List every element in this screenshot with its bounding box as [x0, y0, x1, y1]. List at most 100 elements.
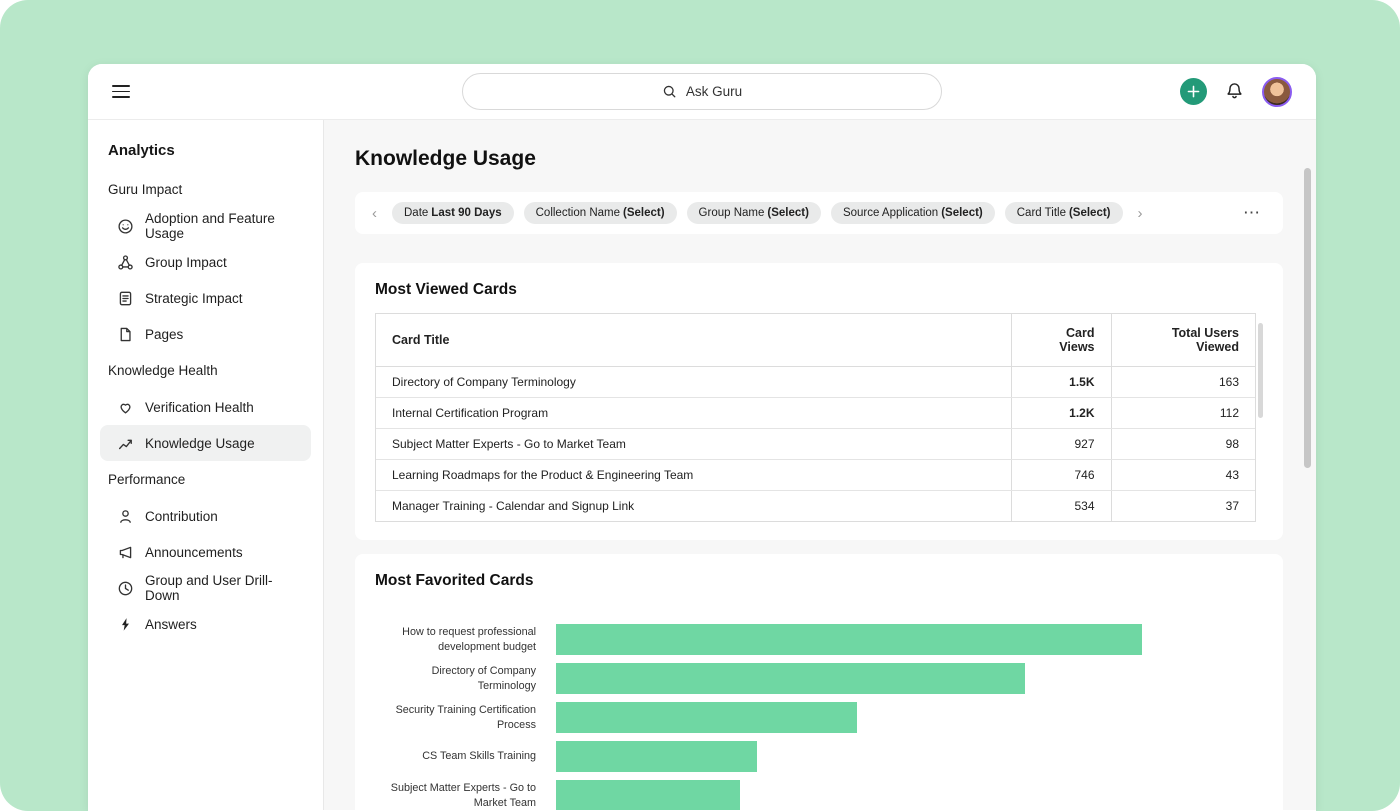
- bar: [556, 702, 857, 733]
- filter-pill-source-application[interactable]: Source Application(Select): [831, 202, 995, 224]
- app-window: Ask Guru Analytics Gu: [88, 64, 1316, 811]
- filter-pill-value: (Select): [941, 207, 983, 219]
- table-row: Internal Certification Program 1.2K 112: [376, 398, 1255, 429]
- sidebar-item-strategic-impact[interactable]: Strategic Impact: [100, 280, 311, 316]
- sidebar-title: Analytics: [100, 140, 311, 171]
- filter-bar: ‹ DateLast 90 Days Collection Name(Selec…: [355, 192, 1283, 234]
- cell-card-views: 746: [1011, 460, 1111, 491]
- search-label: Ask Guru: [686, 84, 742, 99]
- share-nodes-icon: [117, 254, 134, 271]
- bar: [556, 663, 1025, 694]
- sidebar-item-announcements[interactable]: Announcements: [100, 534, 311, 570]
- sidebar-item-answers[interactable]: Answers: [100, 606, 311, 642]
- most-viewed-table: Card Title Card Views Total Users Viewed…: [375, 313, 1256, 522]
- most-favorited-cards-card: Most Favorited Cards How to request prof…: [355, 554, 1283, 810]
- sidebar-item-adoption-and-feature-usage[interactable]: Adoption and Feature Usage: [100, 208, 311, 244]
- sidebar-item-label: Group and User Drill-Down: [145, 573, 303, 603]
- sidebar-item-label: Answers: [145, 617, 197, 632]
- sidebar-item-label: Verification Health: [145, 400, 254, 415]
- page-title: Knowledge Usage: [355, 147, 1283, 171]
- filter-pill-value: (Select): [767, 207, 809, 219]
- cell-card-title: Directory of Company Terminology: [376, 367, 1011, 398]
- cell-total-users: 98: [1111, 429, 1255, 460]
- create-card-button[interactable]: [1180, 78, 1207, 105]
- cell-card-title: Manager Training - Calendar and Signup L…: [376, 491, 1011, 522]
- more-options-icon[interactable]: ⋯: [1239, 203, 1265, 223]
- bar: [556, 624, 1142, 655]
- sidebar-item-label: Announcements: [145, 545, 243, 560]
- bell-icon: [1224, 81, 1245, 102]
- table-scrollbar[interactable]: [1258, 323, 1263, 418]
- avatar[interactable]: [1262, 77, 1292, 107]
- top-right-actions: [1180, 77, 1292, 107]
- cell-card-title: Learning Roadmaps for the Product & Engi…: [376, 460, 1011, 491]
- cell-total-users: 37: [1111, 491, 1255, 522]
- filter-pill-value: (Select): [623, 207, 665, 219]
- main-content: Knowledge Usage ‹ DateLast 90 Days Colle…: [324, 120, 1316, 810]
- bar-label: CS Team Skills Training: [375, 749, 536, 764]
- table-row: Learning Roadmaps for the Product & Engi…: [376, 460, 1255, 491]
- chart-row: Subject Matter Experts - Go to Market Te…: [375, 780, 1263, 810]
- sidebar-item-verification-health[interactable]: Verification Health: [100, 389, 311, 425]
- sidebar-item-pages[interactable]: Pages: [100, 316, 311, 352]
- filter-pill-group-name[interactable]: Group Name(Select): [687, 202, 821, 224]
- clock-icon: [117, 580, 134, 597]
- cell-card-views: 1.5K: [1011, 367, 1111, 398]
- document-icon: [117, 290, 134, 307]
- filter-pill-date[interactable]: DateLast 90 Days: [392, 202, 514, 224]
- sidebar-section-guru-impact: Guru Impact: [100, 171, 311, 208]
- sidebar-item-knowledge-usage[interactable]: Knowledge Usage: [100, 425, 311, 461]
- sidebar-item-label: Contribution: [145, 509, 218, 524]
- cell-card-title: Internal Certification Program: [376, 398, 1011, 429]
- top-bar: Ask Guru: [88, 64, 1316, 120]
- page-icon: [117, 326, 134, 343]
- ask-guru-search[interactable]: Ask Guru: [462, 73, 942, 110]
- filter-pill-value: Last 90 Days: [431, 207, 501, 219]
- sidebar-item-contribution[interactable]: Contribution: [100, 498, 311, 534]
- bar-label: Subject Matter Experts - Go to Market Te…: [375, 781, 536, 810]
- line-chart-icon: [117, 435, 134, 452]
- sidebar-item-group-impact[interactable]: Group Impact: [100, 244, 311, 280]
- cell-card-views: 1.2K: [1011, 398, 1111, 429]
- bar: [556, 741, 757, 772]
- card-title: Most Favorited Cards: [375, 572, 1263, 590]
- card-title: Most Viewed Cards: [375, 281, 1263, 299]
- column-header-card-views: Card Views: [1011, 314, 1111, 367]
- filter-pill-prefix: Collection Name: [536, 207, 620, 219]
- bar-label: How to request professional development …: [375, 625, 536, 654]
- filter-pill-card-title[interactable]: Card Title(Select): [1005, 202, 1123, 224]
- sidebar-section-performance: Performance: [100, 461, 311, 498]
- sidebar-item-label: Knowledge Usage: [145, 436, 255, 451]
- chart-row: Security Training Certification Process: [375, 702, 1263, 733]
- smiley-icon: [117, 218, 134, 235]
- table-header-row: Card Title Card Views Total Users Viewed: [376, 314, 1255, 367]
- filter-pill-collection-name[interactable]: Collection Name(Select): [524, 202, 677, 224]
- analytics-sidebar: Analytics Guru Impact Adoption and Featu…: [88, 120, 324, 810]
- filter-pill-prefix: Source Application: [843, 207, 938, 219]
- chevron-left-icon[interactable]: ‹: [367, 205, 382, 222]
- bar-label: Security Training Certification Process: [375, 703, 536, 732]
- filter-pill-prefix: Date: [404, 207, 428, 219]
- cell-total-users: 112: [1111, 398, 1255, 429]
- cell-total-users: 163: [1111, 367, 1255, 398]
- filter-pill-prefix: Group Name: [699, 207, 765, 219]
- lightning-icon: [117, 616, 134, 633]
- chart-row: Directory of Company Terminology: [375, 663, 1263, 694]
- cell-card-views: 534: [1011, 491, 1111, 522]
- sidebar-item-group-and-user-drill-down[interactable]: Group and User Drill-Down: [100, 570, 311, 606]
- person-icon: [117, 508, 134, 525]
- table-row: Directory of Company Terminology 1.5K 16…: [376, 367, 1255, 398]
- sidebar-item-label: Adoption and Feature Usage: [145, 211, 303, 241]
- search-icon: [662, 84, 677, 99]
- main-scrollbar[interactable]: [1304, 168, 1311, 468]
- chevron-right-icon[interactable]: ›: [1133, 205, 1148, 222]
- sidebar-section-knowledge-health: Knowledge Health: [100, 352, 311, 389]
- table-row: Subject Matter Experts - Go to Market Te…: [376, 429, 1255, 460]
- sidebar-item-label: Strategic Impact: [145, 291, 243, 306]
- hamburger-menu-icon[interactable]: [112, 85, 130, 97]
- table-row: Manager Training - Calendar and Signup L…: [376, 491, 1255, 522]
- bar: [556, 780, 740, 810]
- column-header-total-users-viewed: Total Users Viewed: [1111, 314, 1255, 367]
- notifications-button[interactable]: [1224, 81, 1245, 102]
- filter-pill-prefix: Card Title: [1017, 207, 1066, 219]
